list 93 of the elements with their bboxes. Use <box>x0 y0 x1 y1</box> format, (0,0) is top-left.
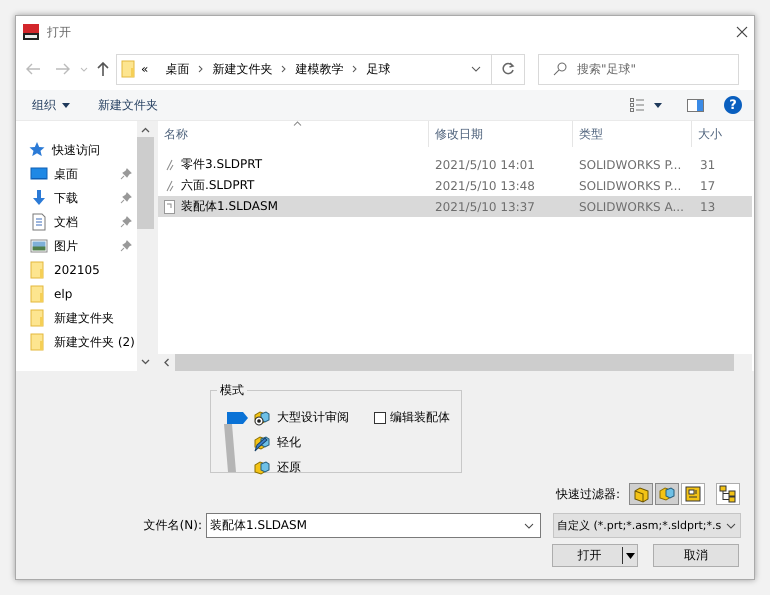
chevron-down-icon <box>524 522 534 528</box>
nav-item[interactable]: 桌面 <box>16 162 137 186</box>
filter-toggle[interactable] <box>629 483 653 505</box>
breadcrumb[interactable]: 桌面 <box>165 60 190 78</box>
nav-item[interactable]: 新建文件夹 <box>16 306 137 330</box>
file-size: 13 <box>699 200 716 214</box>
part-file-icon <box>164 178 175 192</box>
download-arrow-icon <box>30 189 48 207</box>
breadcrumb[interactable]: 新建文件夹 <box>212 60 272 78</box>
nav-item[interactable]: 下载 <box>16 186 137 210</box>
search-icon <box>553 62 567 76</box>
view-list-icon[interactable] <box>630 98 644 112</box>
picture-icon <box>30 237 48 255</box>
chevron-right-icon <box>352 65 358 73</box>
scrollbar[interactable] <box>158 354 752 371</box>
tree-icon <box>719 485 737 503</box>
cube-icon <box>253 458 271 476</box>
slider-wedge-icon <box>224 424 236 472</box>
column-header[interactable]: 修改日期 <box>429 121 573 147</box>
file-type-dropdown[interactable]: 自定义 (*.prt;*.asm;*.sldprt;*.s <box>553 513 741 538</box>
folder-icon <box>121 60 135 78</box>
document-icon <box>30 213 48 231</box>
window-title: 打开 <box>47 24 71 40</box>
file-row[interactable]: 零件3.SLDPRT 2021/5/10 14:01 SOLIDWORKS P... 31 <box>158 154 752 175</box>
nav-item[interactable]: elp <box>16 282 137 306</box>
part-filter-icon <box>632 485 650 503</box>
file-row[interactable]: 六面.SLDPRT 2021/5/10 13:48 SOLIDWORKS P... 17 <box>158 175 752 196</box>
nav-item[interactable]: 图片 <box>16 234 137 258</box>
nav-item[interactable]: 202105 <box>16 258 137 282</box>
nav-item[interactable]: 文档 <box>16 210 137 234</box>
file-date: 2021/5/10 13:37 <box>434 200 536 214</box>
file-size: 17 <box>699 178 716 192</box>
filter-label: 快速过滤器: <box>556 486 620 502</box>
nav-item[interactable]: 快速访问 <box>16 138 137 162</box>
sort-caret-icon <box>293 121 302 126</box>
app-icon <box>22 23 40 41</box>
drawing-filter-icon <box>684 485 702 503</box>
column-header[interactable]: 名称 <box>158 121 429 147</box>
column-header[interactable]: 大小 <box>692 121 752 147</box>
help-button[interactable]: ? <box>724 96 742 114</box>
preview-pane-icon[interactable] <box>687 98 704 112</box>
nav-item[interactable]: 新建文件夹 (2) <box>16 330 137 354</box>
star-icon <box>28 141 46 159</box>
chevron-right-icon <box>281 65 286 73</box>
chevron-down-icon[interactable] <box>471 66 481 72</box>
overflow-chevron[interactable]: « <box>141 62 148 76</box>
chevron-down-icon <box>726 522 736 528</box>
filename-label: 文件名(N): <box>142 517 202 534</box>
file-type: SOLIDWORKS P... <box>578 178 682 192</box>
assembly-filter-icon <box>658 485 676 503</box>
search-placeholder: 搜索"足球" <box>577 60 636 78</box>
file-date: 2021/5/10 14:01 <box>434 158 536 172</box>
file-type: SOLIDWORKS P... <box>578 158 682 172</box>
caret-icon[interactable] <box>654 102 662 108</box>
chevron-right-icon <box>198 65 204 73</box>
search-field[interactable]: 搜索"足球" <box>538 54 739 84</box>
caret-icon <box>626 552 634 558</box>
refresh-icon[interactable] <box>501 62 515 76</box>
new-folder-button[interactable]: 新建文件夹 <box>98 94 158 116</box>
edit-assembly-checkbox[interactable]: 编辑装配体 <box>374 405 450 430</box>
assembly-file-icon <box>164 200 175 214</box>
chevron-up-icon <box>140 127 150 133</box>
breadcrumb[interactable]: 建模教学 <box>295 60 344 78</box>
mode-option[interactable]: 还原 <box>221 455 349 480</box>
selection-pointer-icon <box>227 412 248 424</box>
eye-cube-icon <box>253 408 271 426</box>
file-name: 六面.SLDPRT <box>181 177 254 194</box>
filter-tree-button[interactable] <box>716 483 740 505</box>
filter-toggle[interactable] <box>681 483 705 505</box>
file-type: SOLIDWORKS A... <box>578 200 685 214</box>
up-icon[interactable] <box>96 61 110 77</box>
file-name: 装配体1.SLDASM <box>181 198 278 215</box>
file-size: 31 <box>699 158 716 172</box>
mode-option[interactable]: 大型设计审阅 <box>221 405 349 430</box>
part-file-icon <box>164 158 175 172</box>
organize-button[interactable]: 组织 <box>32 94 70 116</box>
column-header[interactable]: 类型 <box>573 121 692 147</box>
cancel-button[interactable]: 取消 <box>653 544 739 567</box>
group-title: 模式 <box>219 382 245 399</box>
address-bar[interactable]: « 桌面 新建文件夹 建模教学 足球 <box>116 54 525 84</box>
mode-option[interactable]: 轻化 <box>221 430 349 455</box>
close-icon[interactable] <box>736 26 748 38</box>
file-date: 2021/5/10 13:48 <box>434 178 536 192</box>
filename-field[interactable]: 装配体1.SLDASM <box>206 513 541 538</box>
open-button[interactable]: 打开 <box>552 544 638 567</box>
filter-toggle[interactable] <box>655 483 679 505</box>
pencil-cube-icon <box>253 434 271 452</box>
chevron-left-icon <box>164 358 169 367</box>
file-name: 零件3.SLDPRT <box>181 156 262 173</box>
file-row[interactable]: 装配体1.SLDASM 2021/5/10 13:37 SOLIDWORKS A... 13 <box>158 196 752 217</box>
caret-icon <box>62 102 70 108</box>
chevron-down-icon <box>140 359 150 365</box>
breadcrumb[interactable]: 足球 <box>366 60 390 78</box>
